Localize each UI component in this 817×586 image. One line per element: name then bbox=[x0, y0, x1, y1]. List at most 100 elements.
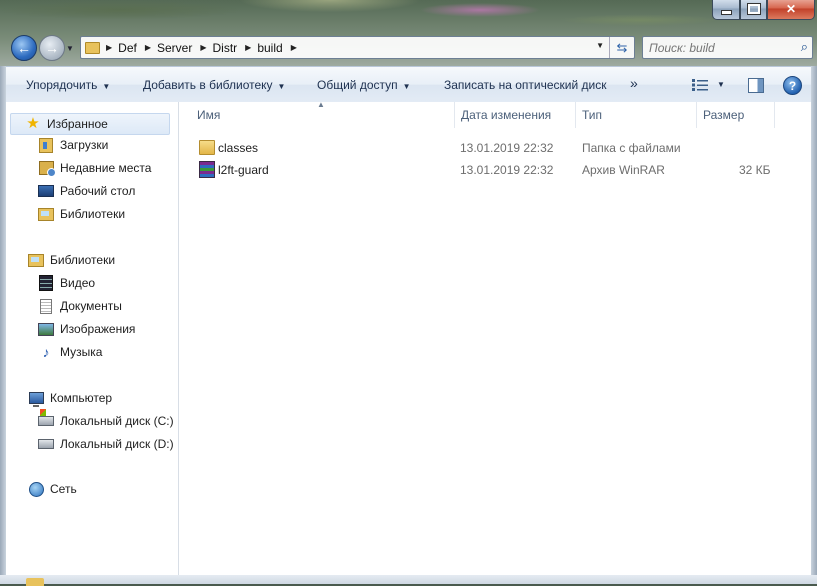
share-label: Общий доступ bbox=[317, 78, 398, 92]
chevron-down-icon: ▼ bbox=[402, 82, 411, 91]
view-options-icon[interactable] bbox=[692, 79, 708, 91]
chevron-right-icon[interactable]: ▶ bbox=[200, 43, 206, 52]
chevron-right-icon[interactable]: ▶ bbox=[106, 43, 112, 52]
table-row[interactable]: l2ft-guard 13.01.2019 22:32 Архив WinRAR… bbox=[179, 159, 811, 181]
sidebar-item-disk-d[interactable]: Локальный диск (D:) bbox=[38, 436, 174, 452]
search-box[interactable]: ⌕ bbox=[642, 36, 813, 59]
documents-icon bbox=[38, 298, 54, 314]
sidebar-item-libraries[interactable]: Библиотеки bbox=[28, 252, 115, 268]
libraries-icon bbox=[28, 252, 44, 268]
minimize-button[interactable] bbox=[712, 0, 740, 20]
sidebar-item-pictures[interactable]: Изображения bbox=[38, 321, 135, 337]
sidebar-item-disk-c[interactable]: Локальный диск (C:) bbox=[38, 409, 174, 429]
burn-disc-button[interactable]: Записать на оптический диск bbox=[444, 78, 607, 92]
more-commands-button[interactable]: » bbox=[630, 75, 638, 91]
column-header-size[interactable]: Размер bbox=[697, 102, 775, 128]
sidebar-item-label: Изображения bbox=[60, 322, 136, 336]
sidebar-item-libraries-fav[interactable]: Библиотеки bbox=[38, 206, 125, 222]
file-size: 32 КБ bbox=[739, 163, 771, 177]
disk-icon bbox=[38, 436, 54, 452]
column-header-name[interactable]: Имя bbox=[191, 102, 455, 128]
arrow-right-icon: → bbox=[45, 40, 59, 56]
close-icon: ✕ bbox=[785, 2, 797, 16]
add-to-library-label: Добавить в библиотеку bbox=[143, 78, 273, 92]
system-disk-icon bbox=[38, 409, 54, 429]
maximize-button[interactable] bbox=[740, 0, 767, 20]
sidebar-item-recent-places[interactable]: Недавние места bbox=[38, 160, 152, 177]
file-type: Архив WinRAR bbox=[582, 163, 665, 177]
breadcrumb-server[interactable]: Server bbox=[157, 41, 192, 55]
navigation-pane: ★ Избранное Загрузки Недавние места Рабо… bbox=[6, 102, 179, 575]
sidebar-item-label: Библиотеки bbox=[60, 207, 126, 221]
maximize-icon bbox=[746, 3, 761, 15]
sidebar-item-label: Избранное bbox=[47, 117, 108, 131]
table-row[interactable]: classes 13.01.2019 22:32 Папка с файлами bbox=[179, 137, 811, 159]
sidebar-item-computer[interactable]: Компьютер bbox=[28, 390, 113, 407]
libraries-icon bbox=[38, 206, 54, 222]
sidebar-item-music[interactable]: ♪ Музыка bbox=[38, 344, 103, 360]
star-icon: ★ bbox=[26, 115, 40, 132]
column-header-label: Имя bbox=[197, 108, 221, 122]
sidebar-item-documents[interactable]: Документы bbox=[38, 298, 122, 314]
column-header-type[interactable]: Тип bbox=[576, 102, 697, 128]
folder-icon bbox=[85, 41, 100, 54]
address-dropdown[interactable]: ▼ bbox=[596, 41, 604, 50]
add-to-library-button[interactable]: Добавить в библиотеку ▼ bbox=[143, 78, 285, 92]
chevron-down-icon: ▼ bbox=[277, 82, 286, 91]
organize-button[interactable]: Упорядочить ▼ bbox=[26, 78, 110, 92]
winrar-archive-icon bbox=[199, 161, 215, 178]
back-button[interactable]: ← bbox=[11, 35, 37, 61]
sidebar-item-video[interactable]: Видео bbox=[38, 275, 95, 291]
sidebar-item-label: Компьютер bbox=[50, 391, 113, 405]
folder-icon bbox=[26, 578, 44, 586]
chevron-right-icon[interactable]: ▶ bbox=[291, 43, 297, 52]
sidebar-item-label: Видео bbox=[60, 276, 96, 290]
sidebar-item-desktop[interactable]: Рабочий стол bbox=[38, 183, 135, 199]
close-button[interactable]: ✕ bbox=[767, 0, 815, 20]
sidebar-item-label: Рабочий стол bbox=[60, 184, 136, 198]
network-icon bbox=[28, 481, 44, 497]
refresh-button[interactable]: ⇆ bbox=[609, 37, 634, 58]
chevron-right-icon[interactable]: ▶ bbox=[145, 43, 151, 52]
search-input[interactable] bbox=[647, 39, 791, 56]
file-name: classes bbox=[218, 141, 259, 155]
burn-disc-label: Записать на оптический диск bbox=[444, 78, 607, 92]
breadcrumb-build[interactable]: build bbox=[257, 41, 282, 55]
breadcrumb-def[interactable]: Def bbox=[118, 41, 137, 55]
file-name: l2ft-guard bbox=[218, 163, 269, 177]
sidebar-item-label: Локальный диск (D:) bbox=[60, 437, 174, 451]
sidebar-item-label: Музыка bbox=[60, 345, 103, 359]
search-icon[interactable]: ⌕ bbox=[801, 39, 808, 55]
file-date: 13.01.2019 22:32 bbox=[460, 163, 554, 177]
preview-pane-icon[interactable] bbox=[748, 78, 764, 93]
recent-pages-dropdown[interactable]: ▼ bbox=[66, 44, 74, 53]
downloads-icon bbox=[38, 137, 54, 153]
column-header-label: Дата изменения bbox=[461, 108, 552, 122]
forward-button[interactable]: → bbox=[39, 35, 65, 61]
view-options-dropdown[interactable]: ▼ bbox=[717, 80, 725, 89]
file-date: 13.01.2019 22:32 bbox=[460, 141, 554, 155]
file-type: Папка с файлами bbox=[582, 141, 681, 155]
sidebar-item-network[interactable]: Сеть bbox=[28, 481, 77, 497]
sidebar-item-downloads[interactable]: Загрузки bbox=[38, 137, 108, 153]
pictures-icon bbox=[38, 321, 54, 337]
sidebar-item-label: Недавние места bbox=[60, 161, 152, 175]
help-icon[interactable]: ? bbox=[783, 76, 802, 95]
chevron-down-icon: ▼ bbox=[102, 82, 111, 91]
recent-places-icon bbox=[38, 160, 56, 177]
column-header-date[interactable]: Дата изменения bbox=[455, 102, 576, 128]
address-bar[interactable]: ▶ Def ▶ Server ▶ Distr ▶ build ▶ ▼ ⇆ bbox=[80, 36, 635, 59]
sidebar-item-label: Сеть bbox=[50, 482, 77, 496]
music-icon: ♪ bbox=[42, 344, 50, 360]
window-controls: ✕ bbox=[712, 0, 815, 20]
folder-icon bbox=[199, 140, 215, 155]
computer-icon bbox=[28, 390, 44, 407]
breadcrumb-distr[interactable]: Distr bbox=[213, 41, 238, 55]
sidebar-item-label: Документы bbox=[60, 299, 122, 313]
file-list: ▲ Имя Дата изменения Тип Размер classes … bbox=[179, 100, 811, 575]
chevron-right-icon[interactable]: ▶ bbox=[245, 43, 251, 52]
window-frame-right bbox=[811, 66, 817, 584]
share-button[interactable]: Общий доступ ▼ bbox=[317, 78, 411, 92]
command-bar: Упорядочить ▼ Добавить в библиотеку ▼ Общи… bbox=[6, 66, 817, 103]
sidebar-item-favorites[interactable]: ★ Избранное bbox=[10, 113, 170, 135]
